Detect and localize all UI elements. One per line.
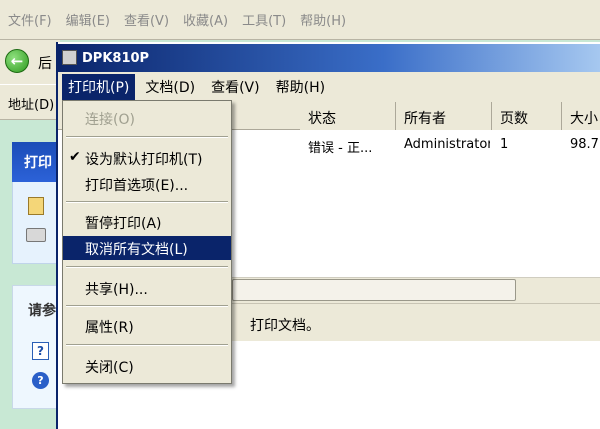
menu-item-label: 关闭(C): [85, 360, 134, 376]
menu-item-cancel-all-documents[interactable]: 取消所有文档(L): [63, 236, 231, 260]
menu-document[interactable]: 文档(D): [139, 74, 201, 100]
menu-help[interactable]: 帮助(H): [270, 74, 331, 100]
status-text: 打印文档。: [250, 318, 320, 334]
menu-separator: [66, 266, 228, 268]
job-pages-cell[interactable]: 1: [492, 137, 560, 152]
queue-titlebar[interactable]: DPK810P: [58, 44, 600, 72]
job-size-cell[interactable]: 98.7: [562, 137, 600, 152]
job-owner-cell[interactable]: Administrator: [396, 137, 490, 152]
menu-item-sharing[interactable]: 共享(H)...: [63, 276, 231, 300]
menu-item-set-default[interactable]: ✔ 设为默认打印机(T): [63, 146, 231, 170]
explorer-menu-help[interactable]: 帮助(H): [300, 10, 346, 29]
menu-separator: [66, 344, 228, 346]
menu-item-label: 设为默认打印机(T): [85, 152, 203, 168]
explorer-menu-file[interactable]: 文件(F): [8, 10, 52, 29]
explorer-menu-favorites[interactable]: 收藏(A): [183, 10, 228, 29]
help-document-icon[interactable]: ?: [32, 342, 49, 360]
explorer-menu-view[interactable]: 查看(V): [124, 10, 169, 29]
menu-item-pause-printing[interactable]: 暂停打印(A): [63, 210, 231, 234]
menu-item-label: 暂停打印(A): [85, 216, 162, 232]
queue-menubar: 打印机(P) 文档(D) 查看(V) 帮助(H): [58, 72, 600, 102]
explorer-menu-tools[interactable]: 工具(T): [242, 10, 286, 29]
printer-icon: [26, 228, 46, 242]
scrollbar-thumb[interactable]: [232, 279, 516, 301]
menu-separator: [66, 136, 228, 138]
help-circle-icon[interactable]: ?: [32, 372, 49, 389]
menu-item-label: 打印首选项(E)...: [85, 178, 189, 194]
address-label: 地址(D): [8, 98, 55, 113]
column-header-status[interactable]: 状态: [300, 102, 396, 130]
queue-title: DPK810P: [82, 50, 150, 66]
menu-item-label: 取消所有文档(L): [85, 242, 188, 258]
back-arrow-icon[interactable]: ←: [5, 49, 29, 73]
back-button-label[interactable]: 后: [38, 53, 52, 73]
menu-view[interactable]: 查看(V): [205, 74, 266, 100]
column-header-owner[interactable]: 所有者: [396, 102, 492, 130]
menu-item-printing-preferences[interactable]: 打印首选项(E)...: [63, 172, 231, 196]
menu-separator: [66, 201, 228, 203]
explorer-menu-edit[interactable]: 编辑(E): [66, 10, 110, 29]
menu-printer[interactable]: 打印机(P): [62, 74, 136, 100]
menu-separator: [66, 305, 228, 307]
menu-item-properties[interactable]: 属性(R): [63, 314, 231, 338]
column-header-pages[interactable]: 页数: [492, 102, 562, 130]
menu-item-label: 连接(O): [85, 112, 135, 128]
see-also-title: 请参: [28, 303, 56, 319]
menu-item-connect: 连接(O): [63, 106, 231, 130]
printer-icon: [62, 50, 77, 65]
menu-item-label: 属性(R): [85, 320, 134, 336]
menu-item-close[interactable]: 关闭(C): [63, 354, 231, 378]
menu-item-label: 共享(H)...: [85, 282, 148, 298]
printer-task-icon: [28, 197, 44, 215]
job-status-cell[interactable]: 错误 - 正...: [300, 137, 394, 156]
checkmark-icon: ✔: [69, 149, 81, 165]
explorer-menubar: 文件(F) 编辑(E) 查看(V) 收藏(A) 工具(T) 帮助(H): [0, 0, 600, 40]
column-header-size[interactable]: 大小: [562, 102, 600, 130]
